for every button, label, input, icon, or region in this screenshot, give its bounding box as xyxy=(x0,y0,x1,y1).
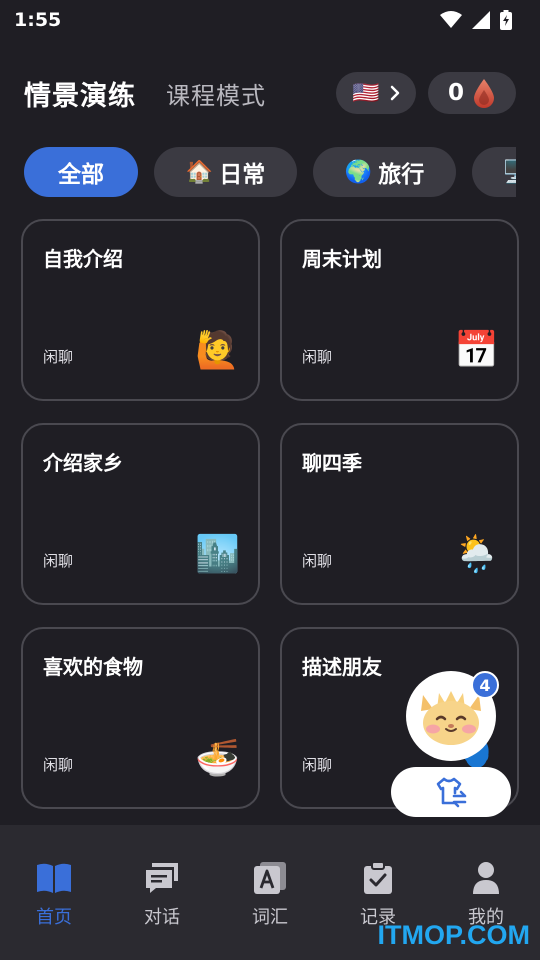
filter-chip-daily[interactable]: 🏠 日常 xyxy=(154,147,297,197)
vocabulary-icon xyxy=(254,862,286,894)
scenario-card[interactable]: 喜欢的食物 闲聊 🍜 xyxy=(21,627,260,809)
scenario-card[interactable]: 介绍家乡 闲聊 🏙️ xyxy=(21,423,260,605)
filter-chip-travel[interactable]: 🌍 旅行 xyxy=(313,147,456,197)
tab-chat[interactable]: 对话 xyxy=(108,825,216,960)
scenario-card[interactable]: 周末计划 闲聊 📅 xyxy=(280,219,519,401)
swap-shirt-icon xyxy=(436,777,467,808)
card-tag: 闲聊 xyxy=(43,756,74,774)
house-icon: 🏠 xyxy=(185,159,214,185)
card-tag: 闲聊 xyxy=(302,552,333,570)
cityscape-icon: 🏙️ xyxy=(195,534,240,575)
battery-icon xyxy=(500,10,512,30)
globe-icon: 🌍 xyxy=(344,159,373,185)
raising-hand-icon: 🙋 xyxy=(195,330,240,371)
page-title: 情景演练 xyxy=(24,80,136,112)
card-title: 周末计划 xyxy=(302,247,382,271)
weather-icon: 🌦️ xyxy=(454,534,499,575)
tab-label: 对话 xyxy=(144,907,180,928)
us-flag-icon: 🇺🇸 xyxy=(352,80,380,106)
category-filter-bar: 全部 🏠 日常 🌍 旅行 🖥️ xyxy=(24,147,516,199)
computer-icon: 🖥️ xyxy=(502,159,516,185)
drop-icon xyxy=(474,79,494,108)
card-tag: 闲聊 xyxy=(302,756,333,774)
watermark: ITMOP.COM xyxy=(377,920,530,950)
header: 情景演练 课程模式 🇺🇸 0 xyxy=(0,64,540,122)
signal-icon xyxy=(472,11,490,29)
header-actions: 🇺🇸 0 xyxy=(336,72,516,114)
card-title: 自我介绍 xyxy=(43,247,123,271)
points-count: 0 xyxy=(447,80,464,106)
scenario-card[interactable]: 自我介绍 闲聊 🙋 xyxy=(21,219,260,401)
wifi-icon xyxy=(440,11,462,28)
filter-chip-computer[interactable]: 🖥️ xyxy=(472,147,516,197)
card-tag: 闲聊 xyxy=(302,348,333,366)
card-title: 介绍家乡 xyxy=(43,451,123,475)
points-button[interactable]: 0 xyxy=(428,72,516,114)
tab-vocabulary[interactable]: 词汇 xyxy=(216,825,324,960)
person-icon xyxy=(473,862,499,894)
chevron-right-icon xyxy=(390,85,399,101)
card-title: 描述朋友 xyxy=(302,655,382,679)
notification-badge: 4 xyxy=(471,671,499,699)
clipboard-icon xyxy=(364,861,392,894)
chat-icon xyxy=(146,863,178,893)
book-icon xyxy=(37,863,71,893)
filter-chip-label: 日常 xyxy=(219,162,266,188)
calendar-icon: 📅 xyxy=(454,330,499,371)
card-tag: 闲聊 xyxy=(43,348,74,366)
tab-home[interactable]: 首页 xyxy=(0,825,108,960)
tab-label: 词汇 xyxy=(252,907,288,928)
card-tag: 闲聊 xyxy=(43,552,74,570)
status-time: 1:55 xyxy=(14,9,62,31)
status-icons xyxy=(440,10,512,30)
tab-label: 首页 xyxy=(36,907,72,928)
language-selector-button[interactable]: 🇺🇸 xyxy=(336,72,416,114)
course-mode-link[interactable]: 课程模式 xyxy=(166,76,266,111)
filter-chip-label: 旅行 xyxy=(378,162,425,188)
status-bar: 1:55 xyxy=(0,0,540,40)
card-title: 聊四季 xyxy=(302,451,362,475)
scenario-card[interactable]: 聊四季 闲聊 🌦️ xyxy=(280,423,519,605)
filter-chip-label: 全部 xyxy=(58,162,104,188)
switch-mode-button[interactable] xyxy=(391,767,511,817)
card-title: 喜欢的食物 xyxy=(43,655,143,679)
noodle-bowl-icon: 🍜 xyxy=(195,738,240,779)
filter-chip-all[interactable]: 全部 xyxy=(24,147,138,197)
